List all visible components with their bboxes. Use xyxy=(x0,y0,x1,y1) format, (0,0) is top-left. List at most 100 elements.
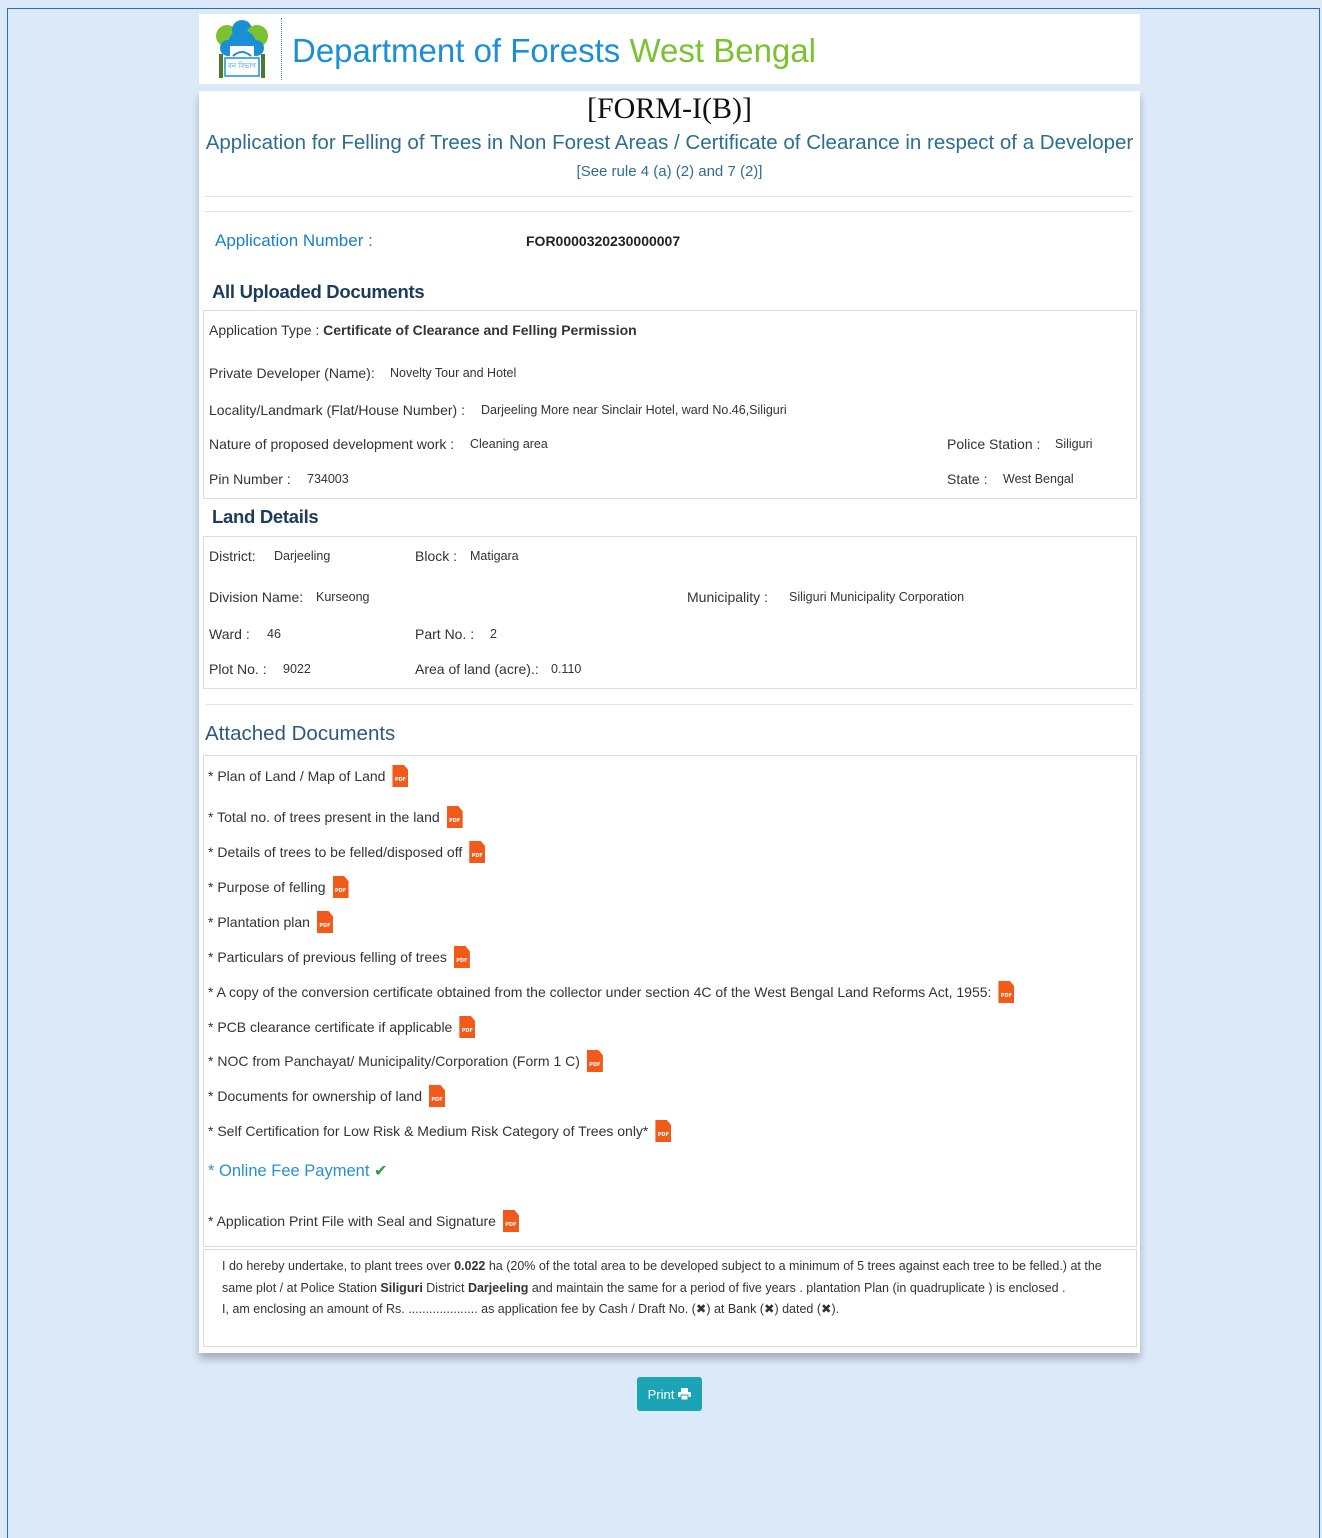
site-header: বন বিভাগ Department of Forests West Beng… xyxy=(199,14,1140,84)
undertaking-paragraph-1: I do hereby undertake, to plant trees ov… xyxy=(222,1259,1102,1295)
doc-row-pcb-clearance: * PCB clearance certificate if applicabl… xyxy=(208,1016,476,1038)
pdf-icon[interactable]: PDF xyxy=(446,806,463,828)
uploaded-docs-heading: All Uploaded Documents xyxy=(212,281,425,302)
doc-row-previous-felling: * Particulars of previous felling of tre… xyxy=(208,946,470,968)
divider xyxy=(205,211,1133,212)
x-icon: ✖ xyxy=(695,1302,707,1316)
application-number-value: FOR0000320230000007 xyxy=(526,233,681,249)
check-icon: ✔ xyxy=(374,1163,388,1180)
doc-label: * Plantation plan xyxy=(208,914,310,930)
form-rule: [See rule 4 (a) (2) and 7 (2)] xyxy=(576,163,763,180)
land-details-heading: Land Details xyxy=(212,506,319,527)
state-label: State : xyxy=(947,471,988,487)
doc-row-purpose: * Purpose of felling PDF xyxy=(208,876,349,898)
pdf-icon[interactable]: PDF xyxy=(502,1210,519,1232)
doc-row-ownership: * Documents for ownership of land PDF xyxy=(208,1085,445,1107)
doc-label: * Total no. of trees present in the land xyxy=(208,809,440,825)
area-label: Area of land (acre).: xyxy=(415,661,539,677)
municipality-label: Municipality : xyxy=(687,589,768,605)
application-type-row: Application Type : Certificate of Cleara… xyxy=(209,322,637,338)
division-label: Division Name: xyxy=(209,589,304,605)
print-button-label: Print xyxy=(647,1386,675,1402)
x-icon: ✖ xyxy=(763,1302,775,1316)
doc-row-trees-felled: * Details of trees to be felled/disposed… xyxy=(208,841,486,863)
site-title: Department of Forests West Bengal xyxy=(292,32,816,70)
application-type-value: Certificate of Clearance and Felling Per… xyxy=(323,322,637,338)
pdf-icon[interactable]: PDF xyxy=(429,1085,445,1107)
pdf-icon[interactable]: PDF xyxy=(316,911,333,933)
doc-label: * Particulars of previous felling of tre… xyxy=(208,949,447,965)
forest-dept-logo: বন বিভাগ xyxy=(216,20,268,78)
municipality-value: Siliguri Municipality Corporation xyxy=(789,590,965,604)
pin-label: Pin Number : xyxy=(209,471,291,487)
district-label: District: xyxy=(209,548,256,564)
state-value: West Bengal xyxy=(1003,472,1074,486)
doc-label: * Self Certification for Low Risk & Medi… xyxy=(208,1123,649,1139)
x-icon: ✖ xyxy=(821,1302,832,1316)
pdf-icon[interactable]: PDF xyxy=(332,876,349,898)
ward-label: Ward : xyxy=(209,626,250,642)
nature-value: Cleaning area xyxy=(470,437,548,451)
doc-row-total-trees: * Total no. of trees present in the land… xyxy=(208,806,463,828)
ward-value: 46 xyxy=(267,627,281,641)
land-details-box: District: Darjeeling Block : Matigara Di… xyxy=(203,536,1137,689)
undertaking-paragraph-2: I, am enclosing an amount of Rs. .......… xyxy=(222,1299,1124,1321)
logo-divider xyxy=(281,18,282,80)
attached-docs-heading: Attached Documents xyxy=(205,722,396,745)
doc-row-self-certification: * Self Certification for Low Risk & Medi… xyxy=(208,1120,672,1142)
undertaking-text: I do hereby undertake, to plant trees ov… xyxy=(203,1249,1137,1347)
site-title-main: Department of Forests xyxy=(292,32,621,69)
pdf-icon[interactable]: PDF xyxy=(392,765,409,787)
plot-no-label: Plot No. : xyxy=(209,661,267,677)
block-label: Block : xyxy=(415,548,458,564)
form-subtitle: Application for Felling of Trees in Non … xyxy=(205,131,1134,154)
pdf-icon[interactable]: PDF xyxy=(998,981,1015,1003)
developer-value: Novelty Tour and Hotel xyxy=(390,366,517,380)
locality-label: Locality/Landmark (Flat/House Number) : xyxy=(209,402,465,418)
division-value: Kurseong xyxy=(316,590,370,604)
pdf-icon[interactable]: PDF xyxy=(453,946,470,968)
svg-text:বন বিভাগ: বন বিভাগ xyxy=(227,62,256,70)
doc-label: * PCB clearance certificate if applicabl… xyxy=(208,1019,453,1035)
uploaded-docs-box: Application Type : Certificate of Cleara… xyxy=(203,310,1137,499)
block-value: Matigara xyxy=(470,549,519,563)
application-type-label: Application Type : xyxy=(209,322,320,338)
divider xyxy=(205,704,1133,705)
application-number-label: Application Number : xyxy=(215,231,373,250)
part-no-label: Part No. : xyxy=(415,626,475,642)
form-title: [FORM-I(B)] xyxy=(587,92,752,125)
online-fee-payment: * Online Fee Payment ✔ xyxy=(208,1161,387,1181)
doc-row-plan-of-land: * Plan of Land / Map of Land PDF xyxy=(208,765,409,787)
locality-value: Darjeeling More near Sinclair Hotel, war… xyxy=(481,403,787,417)
doc-label: * A copy of the conversion certificate o… xyxy=(208,984,992,1000)
area-value: 0.110 xyxy=(551,662,582,676)
pdf-icon[interactable]: PDF xyxy=(655,1120,672,1142)
district-value: Darjeeling xyxy=(274,549,331,563)
pin-value: 734003 xyxy=(307,472,349,486)
doc-row-plantation-plan: * Plantation plan PDF xyxy=(208,911,333,933)
pdf-icon[interactable]: PDF xyxy=(469,841,486,863)
printer-icon xyxy=(678,1388,692,1400)
print-button[interactable]: Print xyxy=(637,1377,702,1411)
doc-label: * Plan of Land / Map of Land xyxy=(208,768,386,784)
police-station-label: Police Station : xyxy=(947,436,1041,452)
part-no-value: 2 xyxy=(490,627,497,641)
pdf-icon[interactable]: PDF xyxy=(459,1016,476,1038)
fee-label: * Online Fee Payment xyxy=(208,1162,370,1180)
site-title-accent: West Bengal xyxy=(629,32,816,69)
police-station-value: Siliguri xyxy=(1055,437,1093,451)
doc-row-conversion-certificate: * A copy of the conversion certificate o… xyxy=(208,981,1015,1003)
developer-label: Private Developer (Name): xyxy=(209,365,375,381)
pdf-icon[interactable]: PDF xyxy=(586,1050,603,1072)
doc-label: * Documents for ownership of land xyxy=(208,1088,422,1104)
plot-no-value: 9022 xyxy=(283,662,311,676)
doc-label: * Details of trees to be felled/disposed… xyxy=(208,844,463,860)
nature-label: Nature of proposed development work : xyxy=(209,436,455,452)
doc-row-print-file: * Application Print File with Seal and S… xyxy=(208,1210,519,1232)
doc-label: * Application Print File with Seal and S… xyxy=(208,1213,496,1229)
doc-label: * NOC from Panchayat/ Municipality/Corpo… xyxy=(208,1053,580,1069)
doc-label: * Purpose of felling xyxy=(208,879,326,895)
application-card: [FORM-I(B)] Application for Felling of T… xyxy=(199,91,1140,1353)
doc-row-noc: * NOC from Panchayat/ Municipality/Corpo… xyxy=(208,1050,603,1072)
divider xyxy=(205,196,1133,197)
